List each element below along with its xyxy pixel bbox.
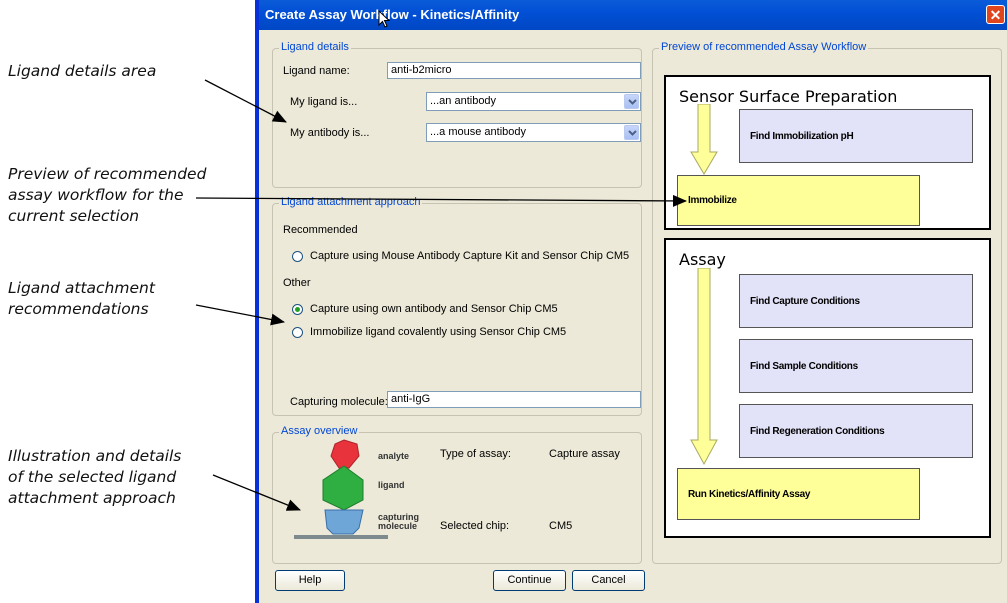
analyte-shape	[330, 439, 360, 469]
radio-capture-own-antibody-label[interactable]: Capture using own antibody and Sensor Ch…	[310, 303, 558, 315]
callout-ligand-details: Ligand details area	[8, 61, 156, 82]
step-find-regeneration-conditions-label: Find Regeneration Conditions	[750, 425, 885, 437]
callout-attachment-line2: recommendations	[8, 300, 149, 318]
callout-preview: Preview of recommended assay workflow fo…	[8, 164, 206, 227]
other-label: Other	[283, 277, 311, 289]
step-find-immobilization-ph: Find Immobilization pH	[739, 109, 973, 163]
mouse-cursor-icon	[378, 10, 390, 28]
chevron-down-icon	[628, 130, 637, 136]
ligand-attachment-group-title: Ligand attachment approach	[279, 196, 423, 208]
step-find-sample-conditions: Find Sample Conditions	[739, 339, 973, 393]
capturing-molecule-input[interactable]: anti-IgG	[387, 391, 641, 408]
assay-heading: Assay	[679, 250, 726, 269]
flow-arrow-icon	[690, 104, 718, 175]
radio-immobilize-covalently-label[interactable]: Immobilize ligand covalently using Senso…	[310, 326, 566, 338]
callout-preview-line3: current selection	[8, 207, 140, 225]
callout-illustration-line3: attachment approach	[8, 489, 176, 507]
step-find-sample-conditions-label: Find Sample Conditions	[750, 360, 858, 372]
callout-illustration-line2: of the selected ligand	[8, 468, 177, 486]
callout-attachment: Ligand attachment recommendations	[8, 278, 155, 320]
window-title: Create Assay Workflow - Kinetics/Affinit…	[265, 7, 520, 22]
ligand-type-value: ...an antibody	[430, 95, 497, 107]
callout-preview-line1: Preview of recommended	[8, 165, 207, 183]
step-find-capture-conditions: Find Capture Conditions	[739, 274, 973, 328]
radio-capture-own-antibody[interactable]	[292, 304, 303, 315]
type-of-assay-value: Capture assay	[549, 448, 620, 460]
title-bar[interactable]: Create Assay Workflow - Kinetics/Affinit…	[259, 0, 1007, 30]
capturing-molecule-shape	[324, 509, 364, 535]
step-immobilize-label: Immobilize	[688, 195, 737, 206]
chevron-down-icon	[628, 99, 637, 105]
molecule-label: molecule	[378, 521, 418, 531]
antibody-type-dropdown-button[interactable]	[624, 125, 639, 140]
step-find-immobilization-ph-label: Find Immobilization pH	[750, 130, 854, 142]
antibody-type-select[interactable]: ...a mouse antibody	[426, 123, 641, 142]
help-button[interactable]: Help	[275, 570, 345, 591]
ligand-type-select[interactable]: ...an antibody	[426, 92, 641, 111]
callout-preview-line2: assay workflow for the	[8, 186, 184, 204]
callout-attachment-line1: Ligand attachment	[8, 279, 155, 297]
radio-capture-kit-label[interactable]: Capture using Mouse Antibody Capture Kit…	[310, 250, 629, 262]
close-button[interactable]: ✕	[986, 5, 1005, 24]
capture-assay-illustration	[294, 439, 388, 539]
continue-button[interactable]: Continue	[493, 570, 566, 591]
selected-chip-label: Selected chip:	[440, 520, 510, 532]
selected-chip-value: CM5	[549, 520, 573, 532]
step-find-regeneration-conditions: Find Regeneration Conditions	[739, 404, 973, 458]
workflow-preview-group-title: Preview of recommended Assay Workflow	[659, 41, 869, 53]
radio-selected-dot	[295, 307, 300, 312]
radio-immobilize-covalently[interactable]	[292, 327, 303, 338]
antibody-is-label: My antibody is...	[290, 127, 370, 139]
recommended-label: Recommended	[283, 224, 358, 236]
step-run-kinetics-affinity-assay: Run Kinetics/Affinity Assay	[677, 468, 920, 520]
assay-overview-group-title: Assay overview	[279, 425, 360, 437]
radio-capture-kit[interactable]	[292, 251, 303, 262]
ligand-shape	[322, 465, 364, 511]
step-immobilize: Immobilize	[677, 175, 920, 226]
create-assay-workflow-dialog: Create Assay Workflow - Kinetics/Affinit…	[255, 0, 1007, 603]
ligand-type-dropdown-button[interactable]	[624, 94, 639, 109]
ligand-name-label: Ligand name:	[283, 65, 350, 77]
callout-ligand-details-text: Ligand details area	[8, 62, 157, 80]
antibody-type-value: ...a mouse antibody	[430, 126, 527, 138]
ligand-label: ligand	[378, 480, 405, 490]
type-of-assay-label: Type of assay:	[440, 448, 511, 460]
ligand-name-input[interactable]: anti-b2micro	[387, 62, 641, 79]
cancel-button[interactable]: Cancel	[572, 570, 645, 591]
callout-illustration: Illustration and details of the selected…	[8, 446, 181, 509]
step-find-capture-conditions-label: Find Capture Conditions	[750, 295, 860, 307]
step-run-kinetics-affinity-assay-label: Run Kinetics/Affinity Assay	[688, 488, 811, 500]
analyte-label: analyte	[378, 451, 410, 461]
ligand-is-label: My ligand is...	[290, 96, 358, 108]
capturing-molecule-label: Capturing molecule:	[290, 396, 388, 408]
ligand-details-group-title: Ligand details	[279, 41, 351, 53]
callout-illustration-line1: Illustration and details	[8, 447, 182, 465]
flow-arrow-icon	[690, 268, 718, 466]
chip-surface	[294, 535, 388, 539]
